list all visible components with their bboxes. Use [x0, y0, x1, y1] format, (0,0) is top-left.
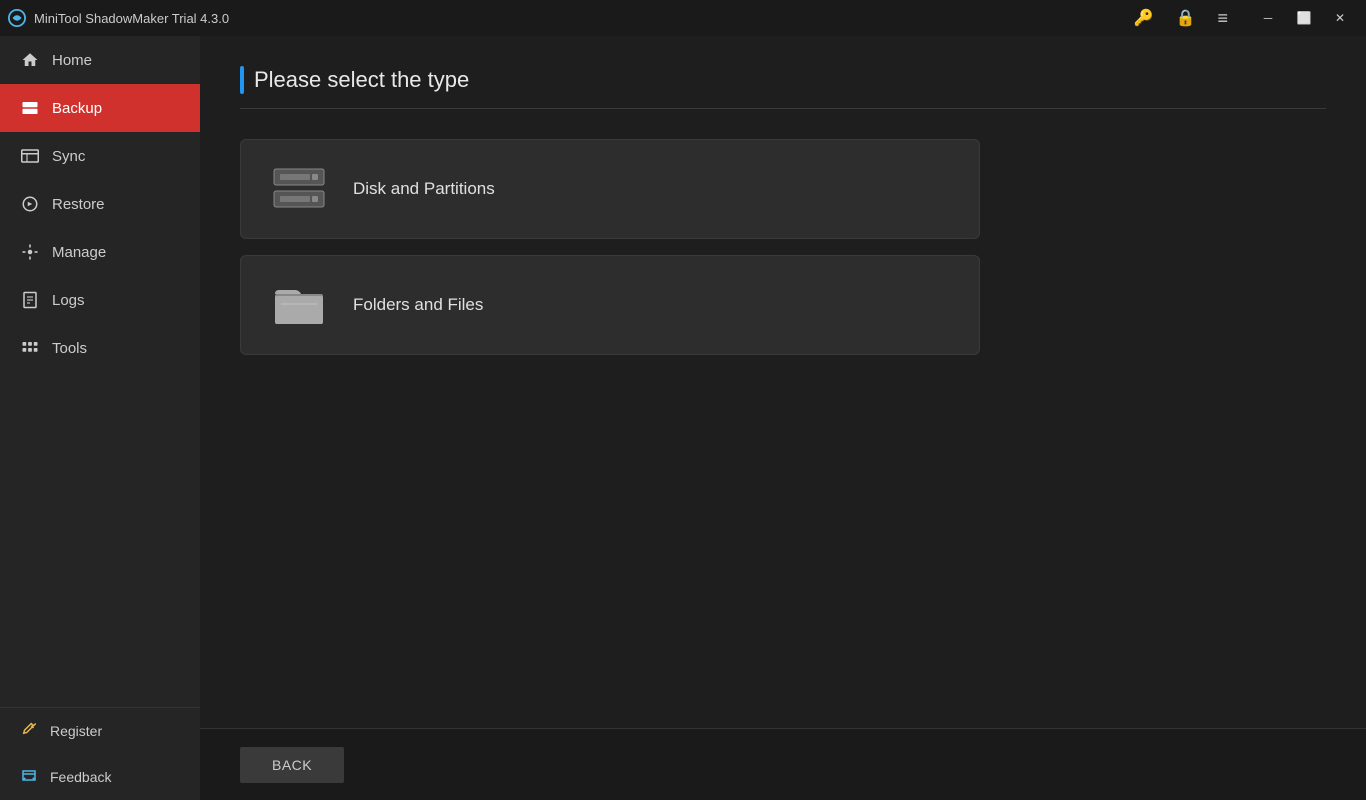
disk-partitions-label: Disk and Partitions [353, 179, 495, 199]
folders-files-label: Folders and Files [353, 295, 483, 315]
app-logo [8, 9, 26, 27]
sidebar-item-feedback[interactable]: Feedback [0, 754, 200, 800]
sidebar-label-backup: Backup [52, 100, 102, 117]
feedback-icon [20, 768, 38, 786]
lock-icon[interactable]: 🔒 [1172, 4, 1200, 32]
sidebar-item-backup[interactable]: Backup [0, 84, 200, 132]
restore-icon [20, 194, 40, 214]
sidebar-label-tools: Tools [52, 340, 87, 357]
manage-icon [20, 242, 40, 262]
title-accent [240, 66, 244, 94]
sync-icon [20, 146, 40, 166]
folders-files-card[interactable]: Folders and Files [240, 255, 980, 355]
home-icon [20, 50, 40, 70]
key-icon[interactable]: 🔑 [1130, 4, 1158, 32]
sidebar-item-home[interactable]: Home [0, 36, 200, 84]
titlebar: MiniTool ShadowMaker Trial 4.3.0 🔑 🔒 ≡ ─… [0, 0, 1366, 36]
sidebar-item-tools[interactable]: Tools [0, 324, 200, 372]
sidebar-label-restore: Restore [52, 196, 105, 213]
sidebar-label-sync: Sync [52, 148, 85, 165]
menu-icon[interactable]: ≡ [1213, 4, 1232, 33]
minimize-button[interactable]: ─ [1250, 0, 1286, 36]
sidebar-bottom: Register Feedback [0, 707, 200, 800]
titlebar-controls: ─ ⬜ ✕ [1250, 0, 1358, 36]
register-icon [20, 722, 38, 740]
sidebar-item-manage[interactable]: Manage [0, 228, 200, 276]
register-label: Register [50, 723, 102, 739]
titlebar-title: MiniTool ShadowMaker Trial 4.3.0 [34, 11, 229, 26]
sidebar-label-logs: Logs [52, 292, 85, 309]
titlebar-left: MiniTool ShadowMaker Trial 4.3.0 [8, 9, 229, 27]
sidebar-item-logs[interactable]: Logs [0, 276, 200, 324]
folder-icon [269, 280, 329, 330]
sidebar-label-home: Home [52, 52, 92, 69]
disk-icon [269, 164, 329, 214]
page-title-container: Please select the type [240, 66, 1326, 109]
main-layout: Home Backup Sync Restore [0, 36, 1366, 800]
sidebar-label-manage: Manage [52, 244, 106, 261]
logs-icon [20, 290, 40, 310]
content-inner: Please select the type Dis [200, 36, 1366, 728]
close-button[interactable]: ✕ [1322, 0, 1358, 36]
sidebar-item-restore[interactable]: Restore [0, 180, 200, 228]
sidebar: Home Backup Sync Restore [0, 36, 200, 800]
back-button[interactable]: BACK [240, 747, 344, 783]
tools-icon [20, 338, 40, 358]
content-area: Please select the type Dis [200, 36, 1366, 800]
backup-icon [20, 98, 40, 118]
sidebar-item-register[interactable]: Register [0, 708, 200, 754]
sidebar-item-sync[interactable]: Sync [0, 132, 200, 180]
bottom-bar: BACK [200, 728, 1366, 800]
page-title: Please select the type [254, 67, 469, 93]
feedback-label: Feedback [50, 769, 111, 785]
restore-button[interactable]: ⬜ [1286, 0, 1322, 36]
titlebar-icons: 🔑 🔒 ≡ [1130, 4, 1232, 33]
disk-partitions-card[interactable]: Disk and Partitions [240, 139, 980, 239]
